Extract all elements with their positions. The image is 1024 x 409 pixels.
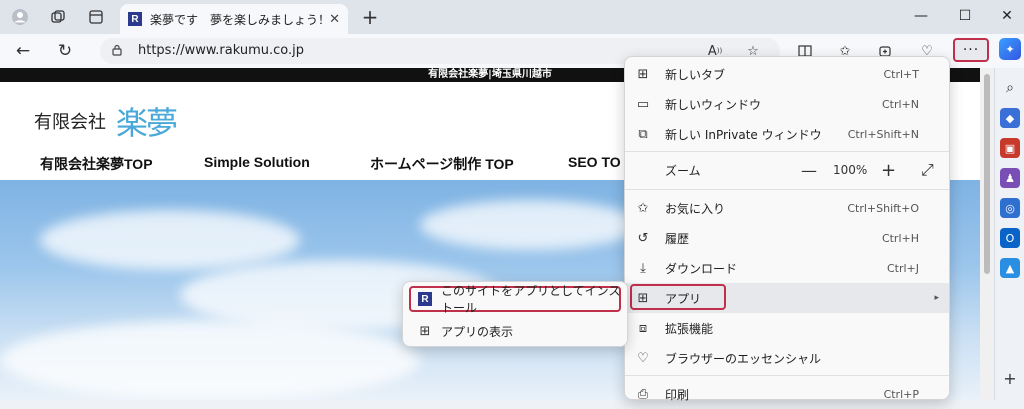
title-bar: R 楽夢です 夢を楽しみましょう！ ✕ + — ☐ ✕ [0, 0, 1024, 34]
menu-item-view-apps[interactable]: ⊞ アプリの表示 [403, 316, 627, 346]
nav-link-top[interactable]: 有限会社楽夢TOP [40, 154, 153, 174]
fullscreen-icon[interactable]: ⤢ [921, 155, 934, 185]
drop-icon[interactable]: ▲ [1000, 258, 1020, 278]
menu-item-new-window[interactable]: ▭ 新しいウィンドウ Ctrl+N [625, 89, 949, 119]
back-button[interactable]: ← [10, 39, 36, 63]
tab-title: 楽夢です 夢を楽しみましょう！ [150, 12, 330, 27]
tab-favicon: R [128, 12, 142, 26]
nav-link-simple-solution[interactable]: Simple Solution [204, 154, 310, 170]
outlook-icon[interactable]: O [1000, 228, 1020, 248]
apps-highlight-box [630, 284, 726, 310]
new-window-icon: ▭ [636, 96, 650, 112]
maximize-button[interactable]: ☐ [948, 4, 982, 28]
menu-item-browser-essentials[interactable]: ♡ ブラウザーのエッセンシャル [625, 343, 949, 373]
extensions-icon: ⧈ [638, 320, 648, 336]
submenu-arrow-icon: ▸ [934, 293, 939, 303]
menu-item-install-site-as-app[interactable]: R このサイトをアプリとしてインストール [403, 284, 627, 315]
page-scrollbar[interactable] [980, 68, 994, 400]
profile-icon[interactable] [6, 5, 34, 29]
new-tab-icon: ⊞ [637, 66, 649, 82]
shopping-icon[interactable]: ◆ [1000, 108, 1020, 128]
heart-pulse-icon: ♡ [637, 350, 649, 366]
copilot-icon[interactable]: ✦ [999, 38, 1021, 60]
url-text: https://www.rakumu.co.jp [138, 43, 305, 58]
site-favicon-icon: R [418, 292, 432, 306]
workspaces-icon[interactable] [44, 5, 72, 29]
zoom-in-button[interactable]: + [881, 155, 896, 185]
apps-submenu: R このサイトをアプリとしてインストール ⊞ アプリの表示 [402, 281, 628, 347]
settings-more-button[interactable]: ··· [953, 38, 989, 62]
favorites-icon: ✩ [637, 200, 649, 216]
minimize-button[interactable]: — [904, 4, 938, 28]
menu-item-zoom: ズーム — 100% + ⤢ [625, 155, 949, 185]
nav-link-homepage[interactable]: ホームページ制作 TOP [370, 154, 514, 174]
menu-item-print[interactable]: ⎙ 印刷 Ctrl+P [625, 379, 949, 409]
games-icon[interactable]: ♟ [1000, 168, 1020, 188]
menu-item-inprivate[interactable]: ⧉ 新しい InPrivate ウィンドウ Ctrl+Shift+N [625, 119, 949, 149]
close-window-button[interactable]: ✕ [990, 4, 1024, 28]
settings-menu: ⊞ 新しいタブ Ctrl+T ▭ 新しいウィンドウ Ctrl+N ⧉ 新しい InPriv… [624, 56, 950, 402]
edge-sidebar: ⌕ ◆ ▣ ♟ ◎ O ▲ + [994, 68, 1024, 400]
new-tab-button[interactable]: + [358, 5, 382, 29]
download-icon: ⤓ [640, 260, 646, 276]
zoom-out-button[interactable]: — [801, 155, 817, 185]
inprivate-icon: ⧉ [638, 126, 648, 142]
tab-close-icon[interactable]: ✕ [329, 12, 340, 27]
tools-icon[interactable]: ▣ [1000, 138, 1020, 158]
logo-brand[interactable]: 楽夢 [116, 98, 178, 144]
refresh-button[interactable]: ↻ [52, 39, 78, 63]
menu-item-extensions[interactable]: ⧈ 拡張機能 [625, 313, 949, 343]
history-icon: ↺ [637, 230, 649, 246]
search-icon[interactable]: ⌕ [1000, 78, 1020, 98]
zoom-level: 100% [833, 163, 868, 177]
menu-item-downloads[interactable]: ⤓ ダウンロード Ctrl+J [625, 253, 949, 283]
nav-link-seo[interactable]: SEO TO [568, 154, 621, 170]
lock-icon [112, 44, 122, 56]
tab-rakumu[interactable]: R 楽夢です 夢を楽しみましょう！ ✕ [120, 4, 348, 34]
logo-company: 有限会社 [34, 112, 106, 133]
office-icon[interactable]: ◎ [1000, 198, 1020, 218]
menu-item-new-tab[interactable]: ⊞ 新しいタブ Ctrl+T [625, 59, 949, 89]
add-sidebar-app-icon[interactable]: + [1000, 368, 1020, 388]
scrollbar-thumb[interactable] [984, 74, 990, 274]
tab-actions-icon[interactable] [82, 5, 110, 29]
menu-item-favorites[interactable]: ✩ お気に入り Ctrl+Shift+O [625, 193, 949, 223]
menu-item-history[interactable]: ↺ 履歴 Ctrl+H [625, 223, 949, 253]
apps-icon: ⊞ [419, 323, 431, 339]
